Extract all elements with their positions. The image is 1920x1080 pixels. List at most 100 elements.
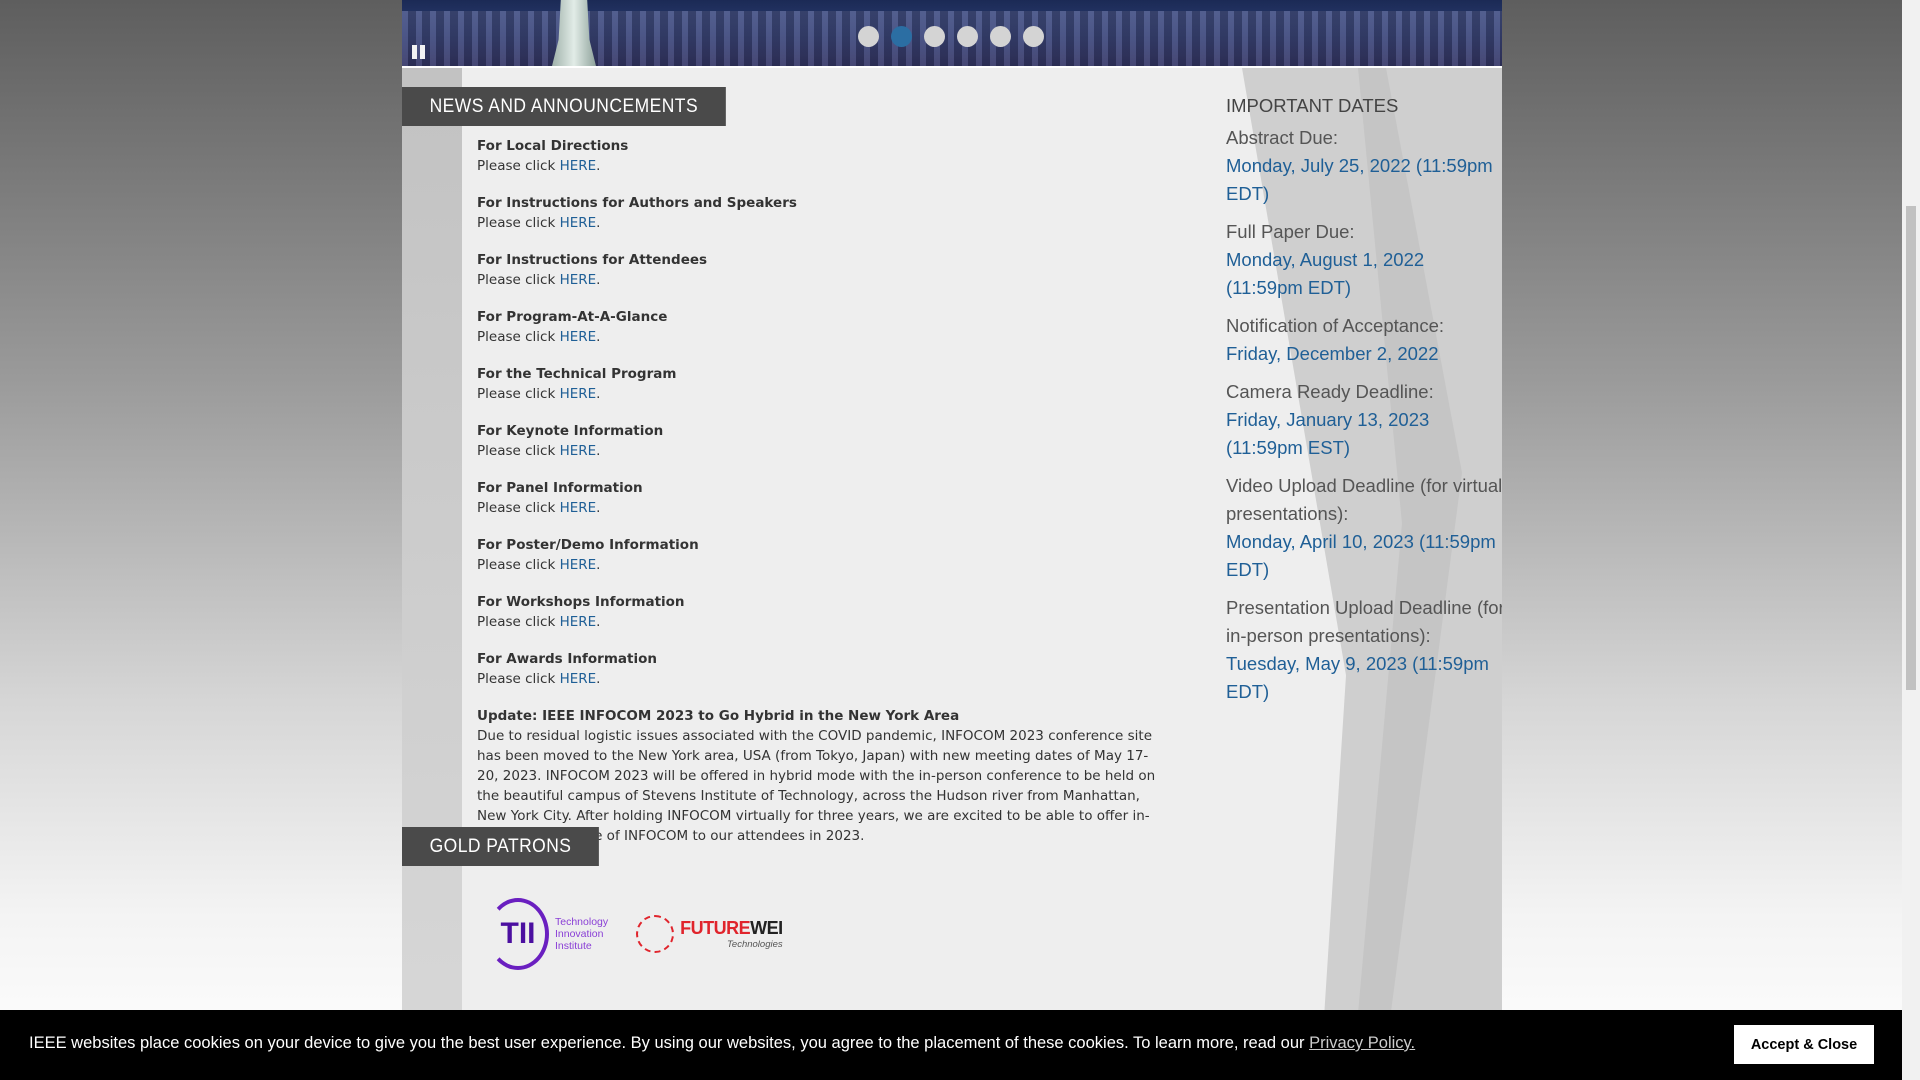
pause-icon: [412, 45, 417, 59]
slide-dot-5[interactable]: [990, 26, 1011, 47]
news-item: For Instructions for Authors and Speaker…: [477, 193, 1157, 233]
slideshow-dots: [858, 26, 1044, 47]
slide-dot-6[interactable]: [1023, 26, 1044, 47]
date-label: Camera Ready Deadline:: [1226, 381, 1434, 402]
here-link[interactable]: HERE: [560, 386, 597, 402]
news-item-suffix: .: [596, 671, 601, 687]
news-item-suffix: .: [596, 614, 601, 630]
tii-logo[interactable]: TII Technology Innovation Institute: [487, 898, 608, 970]
news-item-prefix: Please click: [477, 443, 560, 459]
news-item: For Awards Information Please click HERE…: [477, 649, 1157, 689]
important-dates-heading: IMPORTANT DATES: [1226, 95, 1399, 116]
news-item-title: For the Technical Program: [477, 366, 677, 382]
date-value: Monday, July 25, 2022 (11:59pm EDT): [1226, 155, 1493, 204]
here-link[interactable]: HERE: [560, 614, 597, 630]
futurewei-logo[interactable]: FUTUREWEI Technologies: [636, 915, 783, 953]
date-label: Notification of Acceptance:: [1226, 315, 1445, 336]
important-dates: IMPORTANT DATES Abstract Due: Monday, Ju…: [1226, 92, 1502, 716]
here-link[interactable]: HERE: [560, 215, 597, 231]
here-link[interactable]: HERE: [560, 158, 597, 174]
news-item-text: Please click HERE.: [477, 669, 1157, 689]
news-item-title: For Poster/Demo Information: [477, 537, 699, 553]
here-link[interactable]: HERE: [560, 329, 597, 345]
date-label: Abstract Due:: [1226, 127, 1339, 148]
background-stripe: [402, 68, 462, 1080]
news-item-suffix: .: [596, 329, 601, 345]
here-link[interactable]: HERE: [560, 671, 597, 687]
news-item-text: Please click HERE.: [477, 213, 1157, 233]
date-item: Camera Ready Deadline: Friday, January 1…: [1226, 378, 1502, 462]
futurewei-name: FUTUREWEI Technologies: [680, 918, 783, 950]
update-announcement: Update: IEEE INFOCOM 2023 to Go Hybrid i…: [477, 706, 1157, 846]
cookie-text: IEEE websites place cookies on your devi…: [29, 1034, 1310, 1052]
futurewei-dark-text: WEI: [750, 918, 783, 938]
futurewei-swirl-icon: [636, 915, 675, 953]
cookie-banner: IEEE websites place cookies on your devi…: [0, 1010, 1902, 1080]
date-value: Monday, August 1, 2022 (11:59pm EDT): [1226, 249, 1425, 298]
futurewei-wordmark: FUTUREWEI: [680, 918, 783, 939]
date-item: Abstract Due: Monday, July 25, 2022 (11:…: [1226, 124, 1502, 208]
news-item-text: Please click HERE.: [477, 498, 1157, 518]
patron-logos: TII Technology Innovation Institute FUTU…: [487, 898, 783, 970]
date-value: Monday, April 10, 2023 (11:59pm EDT): [1226, 531, 1496, 580]
news-item-prefix: Please click: [477, 500, 560, 516]
news-item: For Program-At-A-Glance Please click HER…: [477, 307, 1157, 347]
date-item: Video Upload Deadline (for virtual prese…: [1226, 472, 1502, 584]
date-item: Full Paper Due: Monday, August 1, 2022 (…: [1226, 218, 1502, 302]
news-item-suffix: .: [596, 215, 601, 231]
slide-dot-2[interactable]: [891, 26, 912, 47]
hero-banner: [402, 0, 1502, 68]
news-item: For Keynote Information Please click HER…: [477, 421, 1157, 461]
news-item-title: For Keynote Information: [477, 423, 664, 439]
news-item-title: For Local Directions: [477, 138, 629, 154]
news-item-title: For Panel Information: [477, 480, 643, 496]
date-item: Presentation Upload Deadline (for in-per…: [1226, 594, 1502, 706]
news-item-prefix: Please click: [477, 557, 560, 573]
news-item-suffix: .: [596, 443, 601, 459]
pause-icon: [420, 45, 425, 59]
futurewei-red-text: FUTURE: [680, 918, 751, 938]
date-label: Full Paper Due:: [1226, 221, 1355, 242]
news-item-suffix: .: [596, 557, 601, 573]
accept-close-button[interactable]: Accept & Close: [1734, 1025, 1874, 1064]
news-item-prefix: Please click: [477, 272, 560, 288]
scrollbar-thumb[interactable]: [1906, 206, 1916, 690]
news-item-suffix: .: [596, 386, 601, 402]
page-scrollbar[interactable]: [1902, 0, 1920, 1080]
news-item-title: For Workshops Information: [477, 594, 685, 610]
news-item-title: For Program-At-A-Glance: [477, 309, 668, 325]
tii-line: Institute: [555, 940, 592, 952]
privacy-policy-link[interactable]: Privacy Policy.: [1309, 1034, 1415, 1052]
news-item-title: For Instructions for Authors and Speaker…: [477, 195, 797, 211]
news-item: For Panel Information Please click HERE.: [477, 478, 1157, 518]
news-item-text: Please click HERE.: [477, 612, 1157, 632]
here-link[interactable]: HERE: [560, 443, 597, 459]
news-item-title: For Instructions for Attendees: [477, 252, 708, 268]
tii-name: Technology Innovation Institute: [555, 916, 608, 952]
tii-line: Technology: [555, 916, 609, 928]
news-list: For Local Directions Please click HERE. …: [477, 136, 1157, 846]
date-item: Notification of Acceptance: Friday, Dece…: [1226, 312, 1502, 368]
slideshow-pause-button[interactable]: [412, 45, 426, 61]
slide-dot-4[interactable]: [957, 26, 978, 47]
gold-patrons-header: Gold Patrons: [402, 827, 600, 866]
cookie-message: IEEE websites place cookies on your devi…: [29, 1034, 1415, 1053]
news-item: For the Technical Program Please click H…: [477, 364, 1157, 404]
news-item-prefix: Please click: [477, 158, 560, 174]
date-value: Friday, January 13, 2023 (11:59pm EST): [1226, 409, 1430, 458]
here-link[interactable]: HERE: [560, 500, 597, 516]
news-item-prefix: Please click: [477, 329, 560, 345]
news-item: For Workshops Information Please click H…: [477, 592, 1157, 632]
slide-dot-1[interactable]: [858, 26, 879, 47]
news-item-prefix: Please click: [477, 386, 560, 402]
news-item-text: Please click HERE.: [477, 327, 1157, 347]
news-item-text: Please click HERE.: [477, 555, 1157, 575]
slide-dot-3[interactable]: [924, 26, 945, 47]
news-item: For Local Directions Please click HERE.: [477, 136, 1157, 176]
here-link[interactable]: HERE: [560, 272, 597, 288]
news-item-suffix: .: [596, 272, 601, 288]
here-link[interactable]: HERE: [560, 557, 597, 573]
news-item-prefix: Please click: [477, 215, 560, 231]
tii-mark: TII: [487, 898, 549, 970]
news-item-title: For Awards Information: [477, 651, 657, 667]
